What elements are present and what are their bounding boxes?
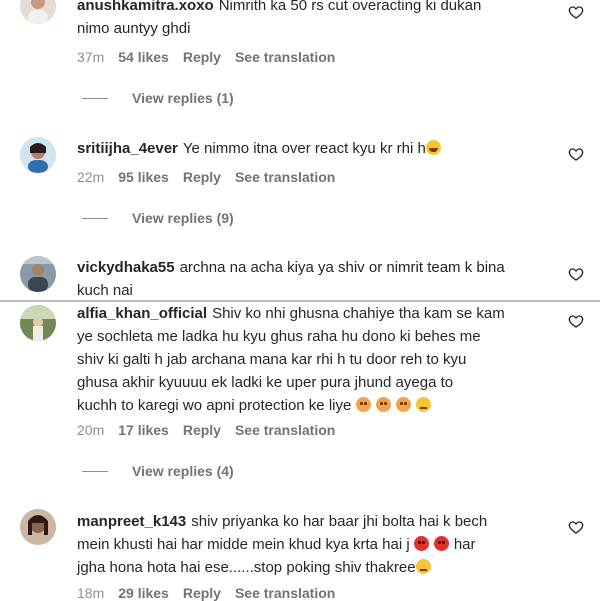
- pouting-face-emoji-icon: [413, 536, 429, 551]
- angry-face-emoji-icon: [355, 397, 371, 412]
- see-translation-button[interactable]: See translation: [235, 422, 335, 438]
- anxious-sweat-emoji-icon: [415, 397, 431, 412]
- comment-time: 20m: [77, 422, 105, 438]
- avatar[interactable]: [20, 137, 56, 173]
- comment-body: Shiv ko nhi ghusna chahiye tha kam se ka…: [212, 305, 505, 322]
- comment-body: har: [453, 536, 476, 553]
- view-replies-button[interactable]: View replies (9): [82, 210, 234, 226]
- heart-icon[interactable]: [568, 313, 584, 329]
- heart-icon[interactable]: [568, 519, 584, 535]
- replies-divider: [82, 217, 108, 219]
- heart-icon[interactable]: [568, 146, 584, 162]
- comment-likes[interactable]: 54 likes: [118, 49, 169, 65]
- comment-text: manpreet_k143 shiv priyanka ko har baar j…: [77, 510, 542, 579]
- comment-body: jgha hona hota hai ese......stop poking …: [77, 559, 416, 576]
- avatar[interactable]: [20, 256, 56, 292]
- replies-divider: [82, 97, 108, 99]
- reply-button[interactable]: Reply: [183, 422, 221, 438]
- comment-body: shiv priyanka ko har baar jhi bolta hai …: [191, 513, 488, 530]
- comment-meta: 18m 29 likes Reply See translation: [77, 585, 349, 601]
- heart-icon[interactable]: [568, 4, 584, 20]
- comment-text: anushkamitra.xoxo Nimrith ka 50 rs cut ov…: [77, 0, 542, 40]
- comment-body: kuch nai: [77, 282, 133, 299]
- comment-time: 18m: [77, 585, 105, 601]
- replies-divider: [82, 470, 108, 472]
- comment-likes[interactable]: 95 likes: [118, 169, 169, 185]
- comment-username[interactable]: vickydhaka55: [77, 259, 175, 276]
- comment-body: Nimrith ka 50 rs cut overacting ki dukan: [218, 0, 482, 14]
- comment-username[interactable]: sritiijha_4ever: [77, 140, 178, 157]
- reply-button[interactable]: Reply: [183, 49, 221, 65]
- comment-body: archna na acha kiya ya shiv or nimrit te…: [179, 259, 505, 276]
- see-translation-button[interactable]: See translation: [235, 585, 335, 601]
- reply-button[interactable]: Reply: [183, 585, 221, 601]
- comment-likes[interactable]: 17 likes: [118, 422, 169, 438]
- comment-body: nimo auntyy ghdi: [77, 20, 191, 37]
- comment-username[interactable]: alfia_khan_official: [77, 305, 207, 322]
- view-replies-label[interactable]: View replies (4): [132, 463, 234, 479]
- comment-time: 22m: [77, 169, 105, 185]
- avatar[interactable]: [20, 509, 56, 545]
- comment-body: ye sochleta me ladka hu kyu ghus raha hu…: [77, 328, 481, 345]
- view-replies-button[interactable]: View replies (4): [82, 463, 234, 479]
- comment-text: sritiijha_4ever Ye nimmo itna over react …: [77, 137, 542, 160]
- comment-body: shiv ki galti h jab archana mana kar rhi…: [77, 351, 467, 368]
- see-translation-button[interactable]: See translation: [235, 49, 335, 65]
- anxious-sweat-emoji-icon: [415, 559, 431, 574]
- see-translation-button[interactable]: See translation: [235, 169, 335, 185]
- comment-meta: 37m 54 likes Reply See translation: [77, 49, 349, 65]
- avatar[interactable]: [20, 0, 56, 24]
- comment-username[interactable]: anushkamitra.xoxo: [77, 0, 214, 14]
- comment-time: 37m: [77, 49, 105, 65]
- view-replies-label[interactable]: View replies (1): [132, 90, 234, 106]
- comment-body: mein khusti hai har midde mein khud kya …: [77, 536, 410, 553]
- comment-username[interactable]: manpreet_k143: [77, 513, 186, 530]
- angry-face-emoji-icon: [395, 397, 411, 412]
- comment-meta: 20m 17 likes Reply See translation: [77, 422, 349, 438]
- comment-body: ghusa akhir kyuuuu ek ladki ke uper pura…: [77, 374, 454, 391]
- comment-likes[interactable]: 29 likes: [118, 585, 169, 601]
- avatar[interactable]: [20, 305, 56, 341]
- comment-body: kuchh to karegi wo apni protection ke li…: [77, 397, 352, 414]
- reply-button[interactable]: Reply: [183, 169, 221, 185]
- tears-of-joy-emoji-icon: [425, 140, 441, 155]
- comment-body: Ye nimmo itna over react kyu kr rhi h: [182, 140, 426, 157]
- angry-face-emoji-icon: [375, 397, 391, 412]
- comment-text: alfia_khan_official Shiv ko nhi ghusna ch…: [77, 302, 542, 417]
- view-replies-label[interactable]: View replies (9): [132, 210, 234, 226]
- comment-text: vickydhaka55 archna na acha kiya ya shiv …: [77, 256, 542, 302]
- heart-icon[interactable]: [568, 266, 584, 282]
- pouting-face-emoji-icon: [433, 536, 449, 551]
- comment-meta: 22m 95 likes Reply See translation: [77, 169, 349, 185]
- view-replies-button[interactable]: View replies (1): [82, 90, 234, 106]
